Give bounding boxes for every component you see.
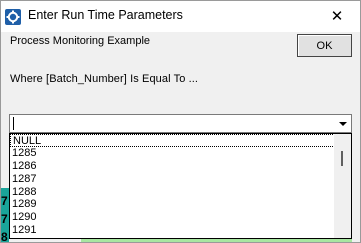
background-report-cells [81, 239, 352, 242]
close-icon: ✕ [330, 8, 344, 25]
ok-button[interactable]: OK [297, 34, 352, 57]
background-row-number: 7 [1, 212, 8, 226]
batch-number-combobox[interactable] [9, 114, 352, 133]
background-row-number: 8 [1, 230, 8, 243]
parameter-prompt: Where [Batch_Number] Is Equal To ... [10, 73, 199, 85]
dropdown-button[interactable] [334, 115, 351, 132]
list-item[interactable]: 1288 [10, 186, 351, 199]
background-report-strip: 7 7 8 [1, 188, 9, 243]
title-bar[interactable]: Enter Run Time Parameters ✕ [1, 1, 360, 32]
scroll-thumb[interactable] [341, 151, 343, 166]
app-gear-icon [5, 9, 21, 25]
list-item[interactable]: 1289 [10, 198, 351, 211]
list-item[interactable]: 1285 [10, 147, 351, 160]
list-item[interactable]: NULL [10, 134, 351, 147]
close-button[interactable]: ✕ [314, 1, 360, 31]
list-item[interactable]: 1290 [10, 211, 351, 224]
run-time-parameters-dialog: Enter Run Time Parameters ✕ Process Moni… [0, 0, 361, 243]
window-title: Enter Run Time Parameters [28, 8, 183, 22]
report-caption: Process Monitoring Example [10, 35, 151, 47]
text-caret [13, 117, 14, 130]
list-item[interactable]: 1291 [10, 224, 351, 237]
list-item[interactable]: 1287 [10, 173, 351, 186]
list-item[interactable]: 1286 [10, 160, 351, 173]
batch-number-dropdown-list[interactable]: NULL 1285 1286 1287 1288 1289 1290 1291 [9, 133, 352, 239]
vertical-scrollbar[interactable] [334, 134, 351, 238]
chevron-down-icon [338, 121, 347, 126]
background-row-number: 7 [1, 194, 8, 208]
